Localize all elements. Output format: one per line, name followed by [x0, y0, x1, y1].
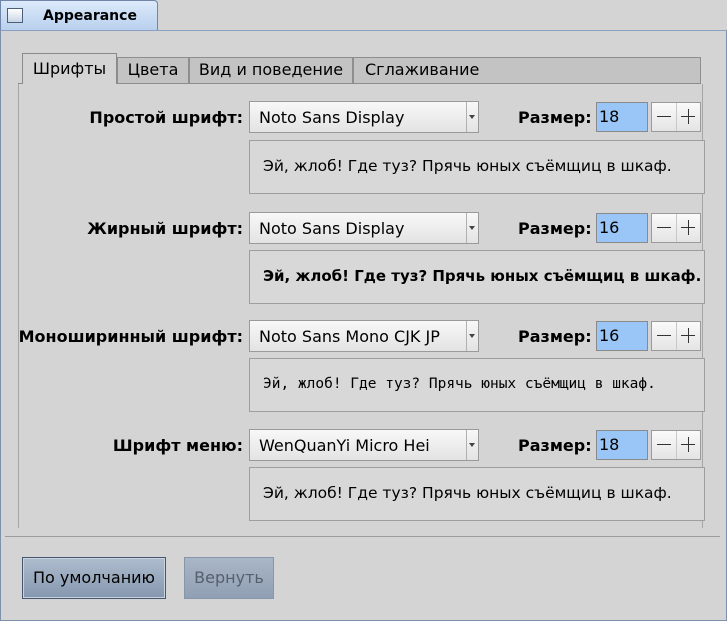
plain-font-select[interactable]: Noto Sans Display: [249, 101, 479, 133]
chevron-down-icon: [469, 115, 475, 119]
mono-font-size-input[interactable]: 16: [596, 321, 648, 351]
mono-font-size-label: Размер:: [518, 327, 592, 346]
bold-font-size-stepper: [651, 213, 701, 243]
increment-button[interactable]: [676, 103, 700, 131]
tab-fonts[interactable]: Шрифты: [22, 53, 117, 84]
tab-look-and-behavior[interactable]: Вид и поведение: [189, 57, 353, 83]
menu-font-select[interactable]: WenQuanYi Micro Hei: [249, 429, 479, 461]
divider: [5, 536, 720, 537]
tab-colors[interactable]: Цвета: [117, 57, 189, 83]
decrement-button[interactable]: [652, 214, 677, 242]
mono-font-size-stepper: [651, 321, 701, 351]
plain-font-size-stepper: [651, 102, 701, 132]
minus-icon: [657, 444, 671, 445]
tab-antialiasing[interactable]: Сглаживание: [353, 57, 701, 83]
menu-font-size-stepper: [651, 430, 701, 460]
decrement-button[interactable]: [652, 322, 677, 350]
minus-icon: [657, 227, 671, 228]
plain-font-size-input[interactable]: 18: [596, 102, 648, 132]
menu-font-size-input[interactable]: 18: [596, 430, 648, 460]
menu-font-label: Шрифт меню:: [112, 436, 243, 455]
menu-font-value: WenQuanYi Micro Hei: [259, 436, 430, 455]
window-title: Appearance: [43, 8, 137, 24]
plain-font-size-label: Размер:: [518, 108, 592, 127]
minus-icon: [657, 335, 671, 336]
bold-font-select[interactable]: Noto Sans Display: [249, 212, 479, 244]
decrement-button[interactable]: [652, 103, 677, 131]
increment-button[interactable]: [676, 322, 700, 350]
mono-font-label: Моноширинный шрифт:: [18, 327, 243, 346]
plain-font-preview: Эй, жлоб! Где туз? Прячь юных съёмщиц в …: [249, 140, 705, 194]
mono-font-select[interactable]: Noto Sans Mono CJK JP: [249, 320, 479, 352]
window-title-tab[interactable]: Appearance: [0, 0, 158, 30]
minus-icon: [657, 116, 671, 117]
plain-font-value: Noto Sans Display: [259, 108, 405, 127]
increment-button[interactable]: [676, 431, 700, 459]
window-icon[interactable]: [7, 8, 23, 23]
menu-font-preview: Эй, жлоб! Где туз? Прячь юных съёмщиц в …: [249, 467, 705, 521]
menu-font-size-label: Размер:: [518, 436, 592, 455]
tab-bar: Шрифты Цвета Вид и поведение Сглаживание: [18, 53, 701, 84]
bold-font-value: Noto Sans Display: [259, 219, 405, 238]
chevron-down-icon: [469, 443, 475, 447]
mono-font-value: Noto Sans Mono CJK JP: [259, 327, 440, 346]
bold-font-label: Жирный шрифт:: [87, 219, 243, 238]
chevron-down-icon: [469, 334, 475, 338]
plain-font-label: Простой шрифт:: [89, 108, 243, 127]
mono-font-preview: Эй, жлоб! Где туз? Прячь юных съёмщиц в …: [249, 358, 705, 412]
decrement-button[interactable]: [652, 431, 677, 459]
bold-font-size-label: Размер:: [518, 219, 592, 238]
bold-font-preview: Эй, жлоб! Где туз? Прячь юных съёмщиц в …: [249, 250, 705, 304]
bold-font-size-input[interactable]: 16: [596, 213, 648, 243]
chevron-down-icon: [469, 226, 475, 230]
increment-button[interactable]: [676, 214, 700, 242]
revert-button[interactable]: Вернуть: [184, 557, 274, 599]
defaults-button[interactable]: По умолчанию: [22, 557, 166, 599]
